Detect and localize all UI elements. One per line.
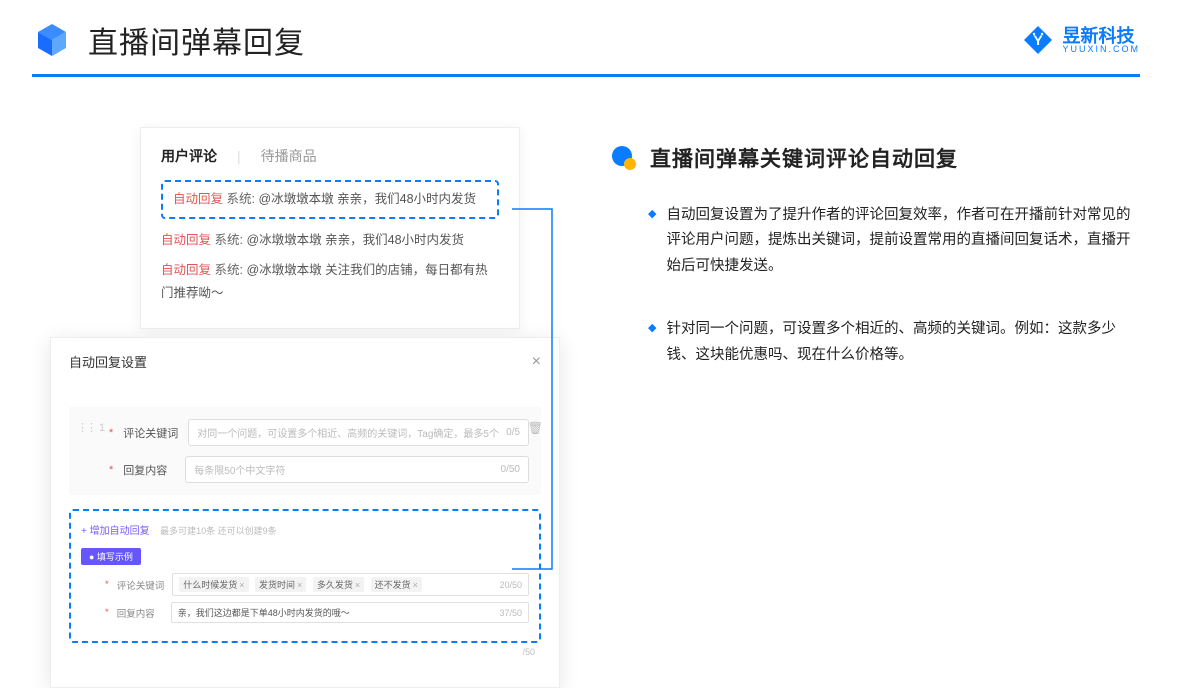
auto-reply-tag: 自动回复 <box>173 192 223 206</box>
ex-keyword-label: 评论关键词 <box>117 578 165 592</box>
trailing-count: /50 <box>522 647 535 657</box>
page-title: 直播间弹幕回复 <box>88 18 305 62</box>
comment-row-highlighted: 自动回复 系统: @冰墩墩本墩 亲亲，我们48小时内发货 <box>161 180 499 219</box>
comment-row: 自动回复 系统: @冰墩墩本墩 亲亲，我们48小时内发货 <box>161 225 499 256</box>
drag-handle[interactable]: ⋮⋮ 1 <box>77 421 105 434</box>
diamond-icon: ◆ <box>648 321 656 368</box>
tab-divider: | <box>237 148 241 164</box>
comments-panel: 用户评论 | 待播商品 自动回复 系统: @冰墩墩本墩 亲亲，我们48小时内发货… <box>140 127 520 329</box>
auto-reply-settings-modal: 自动回复设置 × ⋮⋮ 1 🗑 * 评论关键词 对同一个问题，可设置多个相近、高… <box>50 337 560 688</box>
example-badge: ● 填写示例 <box>81 548 141 565</box>
close-icon[interactable]: × <box>532 353 541 371</box>
bullet-item: ◆ 针对同一个问题，可设置多个相近的、高频的关键词。例如：这款多少钱、这块能优惠… <box>610 317 1140 368</box>
ex-content-label: 回复内容 <box>117 606 163 620</box>
bullet-text: 针对同一个问题，可设置多个相近的、高频的关键词。例如：这款多少钱、这块能优惠吗、… <box>666 317 1140 368</box>
brand-logo: Y 昱新科技 YUUXIN.COM <box>1022 24 1140 56</box>
brand-name-en: YUUXIN.COM <box>1062 45 1140 54</box>
settings-title: 自动回复设置 <box>69 352 147 371</box>
add-auto-reply-link[interactable]: + 增加自动回复 <box>81 522 150 537</box>
bullet-item: ◆ 自动回复设置为了提升作者的评论回复效率，作者可在开播前针对常见的评论用户问题… <box>610 203 1140 279</box>
tab-user-comments[interactable]: 用户评论 <box>161 146 217 166</box>
auto-reply-tag: 自动回复 <box>161 233 211 247</box>
keyword-label: 评论关键词 <box>123 425 178 441</box>
form-rule-block: ⋮⋮ 1 🗑 * 评论关键词 对同一个问题，可设置多个相近、高频的关键词，Tag… <box>69 407 541 495</box>
keyword-tag[interactable]: 多久发货× <box>313 577 364 592</box>
content-label: 回复内容 <box>123 462 175 478</box>
delete-icon[interactable]: 🗑 <box>528 421 543 435</box>
keyword-tag[interactable]: 还不发货× <box>371 577 422 592</box>
diamond-icon: ◆ <box>648 207 656 279</box>
ex-keyword-input[interactable]: 什么时候发货× 发货时间× 多久发货× 还不发货× 20/50 <box>172 573 529 596</box>
cube-icon <box>32 20 72 60</box>
section-title: 直播间弹幕关键词评论自动回复 <box>650 143 958 173</box>
keyword-tag[interactable]: 发货时间× <box>255 577 306 592</box>
content-input[interactable]: 每条限50个中文字符 0/50 <box>185 456 529 483</box>
comment-row: 自动回复 系统: @冰墩墩本墩 关注我们的店铺，每日都有热门推荐呦～ <box>161 255 499 308</box>
tab-pending-products[interactable]: 待播商品 <box>261 146 317 166</box>
brand-name-cn: 昱新科技 <box>1062 27 1140 45</box>
example-highlight: + 增加自动回复 最多可建10条 还可以创建9条 ● 填写示例 * 评论关键词 … <box>69 509 541 643</box>
keyword-tag[interactable]: 什么时候发货× <box>179 577 248 592</box>
section-dot-icon <box>610 144 638 172</box>
keyword-input[interactable]: 对同一个问题，可设置多个相近、高频的关键词，Tag确定，最多5个 0/5 <box>188 419 529 446</box>
ex-content-input[interactable]: 亲，我们这边都是下单48小时内发货的哦～ 37/50 <box>171 602 529 623</box>
add-hint: 最多可建10条 还可以创建9条 <box>160 526 277 536</box>
bullet-text: 自动回复设置为了提升作者的评论回复效率，作者可在开播前针对常见的评论用户问题，提… <box>666 203 1140 279</box>
auto-reply-tag: 自动回复 <box>161 263 211 277</box>
